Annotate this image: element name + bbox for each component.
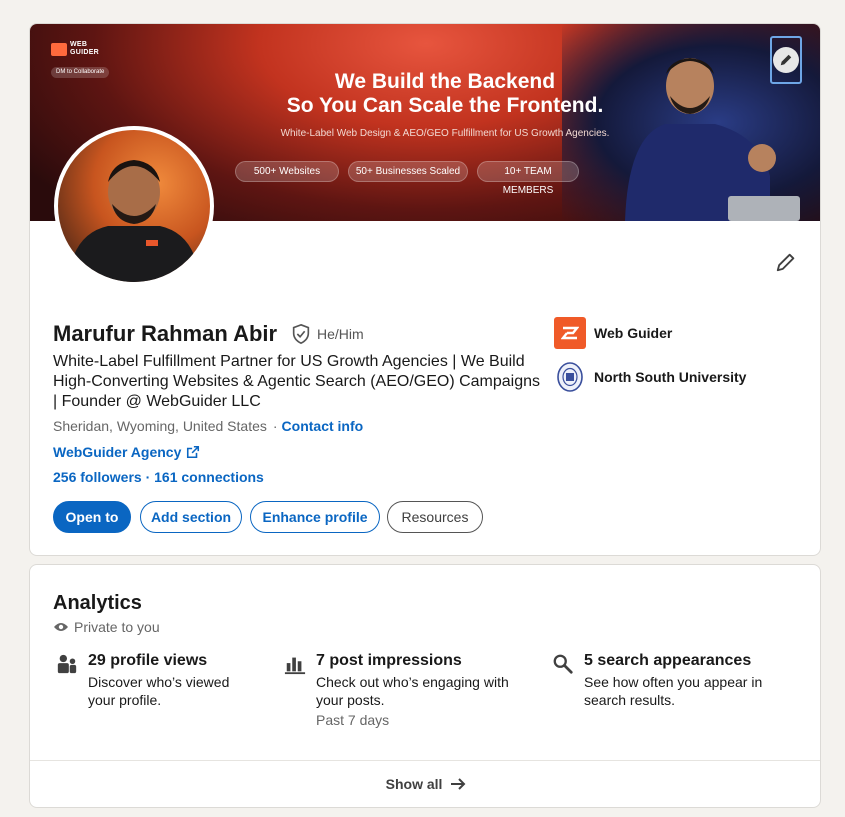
open-to-button[interactable]: Open to: [53, 501, 131, 533]
website-link[interactable]: WebGuider Agency: [53, 443, 200, 461]
metric-note: Past 7 days: [316, 712, 390, 728]
website-label: WebGuider Agency: [53, 444, 182, 460]
visibility-label: Private to you: [74, 619, 160, 635]
arrow-right-icon: [451, 778, 466, 790]
metric-description: See how often you appear in search resul…: [584, 674, 763, 708]
banner-headline-1: We Build the Backend: [334, 70, 556, 93]
metric-description: Discover who’s viewed your profile.: [88, 674, 230, 708]
metric-profile-views[interactable]: 29 profile views Discover who’s viewed y…: [56, 651, 276, 751]
metric-title: 7 post impressions: [316, 652, 462, 669]
metric-title: 5 search appearances: [584, 652, 752, 669]
metric-search-appearances[interactable]: 5 search appearances See how often you a…: [552, 651, 792, 751]
banner-pill: 10+ TEAM MEMBERS: [477, 161, 579, 196]
org-name: Web Guider: [594, 325, 673, 341]
visibility-note: Private to you: [53, 618, 160, 636]
university-seal-icon: [554, 361, 586, 393]
pencil-icon: [776, 253, 795, 272]
profile-name: Marufur Rahman Abir: [53, 321, 278, 346]
metric-post-impressions[interactable]: 7 post impressions Check out who’s engag…: [284, 651, 534, 751]
followers-connections-link[interactable]: 256 followers · 161 connections: [53, 468, 264, 486]
analytics-title: Analytics: [53, 592, 142, 614]
resources-button[interactable]: Resources: [387, 501, 483, 533]
profile-headline: White-Label Fulfillment Partner for US G…: [53, 353, 541, 410]
show-all-button[interactable]: Show all: [30, 761, 820, 807]
verified-shield-icon[interactable]: [290, 323, 312, 345]
banner-pill: 50+ Businesses Scaled: [348, 161, 468, 182]
location-line: Sheridan, Wyoming, United States · Contact…: [53, 418, 364, 434]
edit-cover-button[interactable]: [770, 36, 802, 84]
profile-photo[interactable]: [54, 126, 214, 286]
edit-intro-button[interactable]: [770, 246, 802, 278]
banner-headline-2: So You Can Scale the Frontend.: [286, 94, 604, 117]
external-link-icon: [187, 445, 200, 459]
banner-pill: 500+ Websites: [235, 161, 339, 182]
org-north-south-university[interactable]: North South University: [554, 361, 746, 393]
pronouns: He/Him: [317, 326, 364, 342]
banner-brand: WEB GUIDER: [70, 41, 100, 56]
eye-icon: [54, 623, 68, 631]
bar-chart-icon: [284, 657, 306, 675]
people-icon: [57, 654, 77, 674]
show-all-label: Show all: [385, 776, 443, 792]
contact-info-link[interactable]: Contact info: [282, 418, 364, 434]
banner-subheadline: White-Label Web Design & AEO/GEO Fulfill…: [280, 128, 610, 139]
org-name: North South University: [594, 369, 747, 385]
analytics-card: Analytics Private to you 29 profile view…: [29, 564, 821, 808]
dm-pill: DM to Collaborate: [51, 67, 110, 78]
add-section-button[interactable]: Add section: [140, 501, 242, 533]
web-guider-logo-icon: [554, 317, 586, 349]
metric-title: 29 profile views: [88, 652, 208, 669]
enhance-profile-button[interactable]: Enhance profile: [250, 501, 380, 533]
pencil-icon: [773, 47, 799, 73]
search-icon: [553, 654, 573, 674]
web-guider-logo-icon: [51, 43, 67, 56]
org-web-guider[interactable]: Web Guider: [554, 317, 672, 349]
profile-card: WEB GUIDER DM to Collaborate We Build th…: [29, 23, 821, 556]
location: Sheridan, Wyoming, United States: [53, 418, 267, 434]
metric-description: Check out who’s engaging with your posts…: [316, 674, 509, 708]
